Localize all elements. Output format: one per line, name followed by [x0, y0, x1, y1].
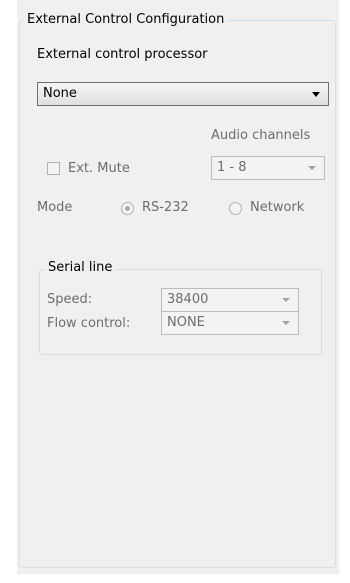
flow-control-select[interactable]: NONE	[161, 311, 299, 335]
audio-channels-label: Audio channels	[211, 128, 311, 143]
processor-select[interactable]: None	[37, 82, 329, 106]
chevron-down-icon[interactable]	[308, 166, 316, 170]
speed-value: 38400	[167, 292, 209, 307]
serial-line-title: Serial line	[45, 260, 116, 276]
audio-channels-value: 1 - 8	[217, 160, 247, 175]
mode-rs232-label: RS-232	[142, 200, 189, 215]
ext-mute-checkbox[interactable]	[47, 162, 60, 175]
processor-select-value: None	[43, 86, 77, 101]
ext-mute-label: Ext. Mute	[68, 161, 130, 176]
audio-channels-select[interactable]: 1 - 8	[211, 156, 325, 180]
flow-control-value: NONE	[167, 315, 205, 330]
chevron-down-icon[interactable]	[282, 298, 290, 302]
speed-label: Speed:	[47, 292, 93, 307]
mode-network-label: Network	[250, 200, 305, 215]
mode-rs232-radio[interactable]	[121, 202, 134, 215]
processor-label: External control processor	[37, 47, 208, 62]
mode-label: Mode	[37, 200, 73, 215]
group-title: External Control Configuration	[24, 12, 228, 28]
mode-network-radio[interactable]	[229, 202, 242, 215]
speed-select[interactable]: 38400	[161, 288, 299, 312]
flow-control-label: Flow control:	[47, 316, 131, 331]
chevron-down-icon[interactable]	[312, 92, 320, 97]
chevron-down-icon[interactable]	[282, 321, 290, 325]
